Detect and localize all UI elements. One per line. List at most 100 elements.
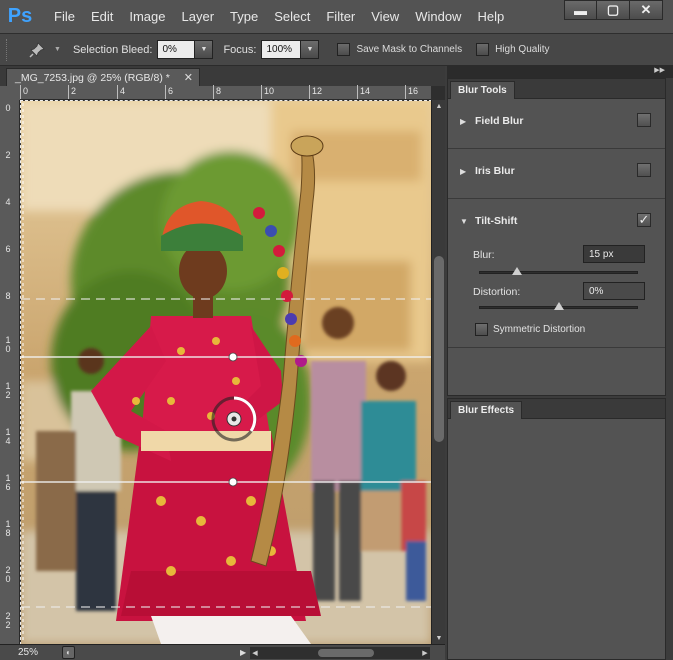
blur-tools-panel: Blur Tools ▶ Field Blur ▶ Iris Blur ▼ Ti… <box>447 78 666 396</box>
menu-view[interactable]: View <box>363 0 407 33</box>
menu-edit[interactable]: Edit <box>83 0 121 33</box>
photo-scene <box>21 101 431 644</box>
menu-filter[interactable]: Filter <box>318 0 363 33</box>
pin-tool-icon[interactable] <box>20 39 54 61</box>
selection-bleed-input[interactable]: 0% <box>157 40 196 59</box>
options-bar-grip[interactable] <box>6 38 10 61</box>
ruler-tick: 1 0 <box>5 335 11 354</box>
collapse-panels-icon[interactable]: ▶▶ <box>654 66 665 74</box>
scroll-right-icon[interactable]: ▶ <box>420 647 430 659</box>
ruler-tick: 0 <box>23 86 29 96</box>
ruler-tick: 0 <box>5 103 11 113</box>
ruler-tick: 1 4 <box>5 427 11 446</box>
ruler-tick: 6 <box>168 86 174 96</box>
tilt-shift-checkbox[interactable]: ✓ <box>637 213 651 227</box>
document-window: _MG_7253.jpg @ 25% (RGB/8) * ✕ 0 2 4 6 8… <box>0 66 445 660</box>
ruler-origin[interactable] <box>0 86 20 100</box>
distortion-field[interactable]: 0% <box>583 282 645 300</box>
zoom-level[interactable]: 25% <box>18 647 50 658</box>
field-blur-section[interactable]: ▶ Field Blur <box>448 99 665 149</box>
blur-slider-thumb[interactable] <box>512 267 522 275</box>
tilt-shift-title[interactable]: Tilt-Shift <box>475 215 517 227</box>
ruler-tick: 10 <box>264 86 275 96</box>
scroll-down-icon[interactable]: ▼ <box>432 632 446 644</box>
field-blur-title[interactable]: Field Blur <box>475 115 523 127</box>
high-quality-label: High Quality <box>495 44 550 55</box>
menu-type[interactable]: Type <box>222 0 266 33</box>
scroll-up-icon[interactable]: ▲ <box>432 100 446 112</box>
iris-blur-title[interactable]: Iris Blur <box>475 165 515 177</box>
options-bar: ▼ Selection Bleed: 0% ▼ Focus: 100% ▼ Sa… <box>0 33 673 66</box>
tool-preset-chevron-down-icon[interactable]: ▼ <box>54 46 61 53</box>
horizontal-scroll-thumb[interactable] <box>318 649 374 657</box>
save-mask-checkbox[interactable] <box>337 43 351 56</box>
tilt-shift-section[interactable]: ▼ Tilt-Shift ✓ <box>448 199 665 239</box>
distortion-slider[interactable] <box>479 302 638 310</box>
menu-file[interactable]: File <box>46 0 83 33</box>
ruler-tick: 2 0 <box>5 565 11 584</box>
close-tab-icon[interactable]: ✕ <box>184 71 193 84</box>
selection-bleed-chevron-down-icon[interactable]: ▼ <box>195 40 214 59</box>
document-info-icon[interactable]: ◐ <box>62 646 75 659</box>
menu-help[interactable]: Help <box>469 0 512 33</box>
save-mask-label: Save Mask to Channels <box>356 44 463 55</box>
horizontal-ruler[interactable]: 0 2 4 6 8 10 12 14 16 <box>20 85 431 100</box>
document-tab-strip: _MG_7253.jpg @ 25% (RGB/8) * ✕ <box>0 66 445 86</box>
iris-blur-checkbox[interactable] <box>637 163 651 177</box>
menu-layer[interactable]: Layer <box>174 0 223 33</box>
expand-triangle-icon[interactable]: ▶ <box>460 167 466 176</box>
status-menu-arrow-icon[interactable]: ▶ <box>240 648 246 657</box>
menu-image[interactable]: Image <box>121 0 173 33</box>
ruler-tick: 8 <box>216 86 222 96</box>
selection-bleed-label: Selection Bleed: <box>72 43 153 56</box>
image-canvas[interactable] <box>20 100 432 645</box>
window-controls: ▬ ▢ ✕ <box>564 0 663 20</box>
field-blur-checkbox[interactable] <box>637 113 651 127</box>
vertical-scroll-thumb[interactable] <box>434 256 444 442</box>
photoshop-logo: Ps <box>7 5 33 27</box>
ruler-tick: 1 2 <box>5 381 11 400</box>
selection-bleed-combo[interactable]: 0% ▼ <box>157 40 214 59</box>
iris-blur-section[interactable]: ▶ Iris Blur <box>448 149 665 199</box>
symmetric-distortion-checkbox[interactable] <box>475 323 488 336</box>
blur-effects-panel: Blur Effects <box>447 398 666 660</box>
ruler-tick: 2 2 <box>5 611 11 630</box>
maximize-button[interactable]: ▢ <box>597 0 630 20</box>
focus-combo[interactable]: 100% ▼ <box>261 40 320 59</box>
expand-triangle-icon[interactable]: ▶ <box>460 117 466 126</box>
distortion-slider-thumb[interactable] <box>554 302 564 310</box>
ruler-tick: 12 <box>312 86 323 96</box>
menu-bar: Ps File Edit Image Layer Type Select Fil… <box>0 0 673 33</box>
document-tab[interactable]: _MG_7253.jpg @ 25% (RGB/8) * ✕ <box>6 68 200 86</box>
blur-label: Blur: <box>473 249 495 261</box>
vertical-ruler[interactable]: 0 2 4 6 8 1 0 1 2 1 4 1 6 1 8 2 0 2 2 <box>0 100 20 644</box>
ruler-tick: 14 <box>360 86 371 96</box>
blur-slider[interactable] <box>479 267 638 275</box>
ruler-tick: 6 <box>5 244 11 254</box>
focus-input[interactable]: 100% <box>261 40 302 59</box>
vertical-scrollbar[interactable]: ▲ ▼ <box>431 100 445 644</box>
blur-effects-tab[interactable]: Blur Effects <box>450 401 523 419</box>
focus-label: Focus: <box>223 43 257 56</box>
symmetric-distortion-label: Symmetric Distortion <box>493 324 586 335</box>
high-quality-checkbox[interactable] <box>476 43 490 56</box>
ruler-tick: 1 6 <box>5 473 11 492</box>
panel-dock-header: ▶▶ <box>447 66 673 78</box>
focus-chevron-down-icon[interactable]: ▼ <box>301 40 320 59</box>
ruler-tick: 4 <box>120 86 126 96</box>
scroll-left-icon[interactable]: ◀ <box>250 647 260 659</box>
blur-amount-field[interactable]: 15 px <box>583 245 645 263</box>
ruler-tick: 16 <box>408 86 419 96</box>
tilt-shift-controls: Blur: 15 px Distortion: 0% Symmetric Dis… <box>448 239 665 348</box>
horizontal-scrollbar[interactable]: ◀ ▶ <box>250 647 430 659</box>
minimize-button[interactable]: ▬ <box>564 0 597 20</box>
ruler-tick: 1 8 <box>5 519 11 538</box>
blur-tools-tab[interactable]: Blur Tools <box>450 81 515 99</box>
menu-select[interactable]: Select <box>266 0 318 33</box>
ruler-tick: 2 <box>71 86 77 96</box>
ruler-tick: 2 <box>5 150 11 160</box>
menu-window[interactable]: Window <box>407 0 469 33</box>
collapse-triangle-icon[interactable]: ▼ <box>460 217 468 226</box>
ruler-tick: 4 <box>5 197 11 207</box>
close-button[interactable]: ✕ <box>630 0 663 20</box>
